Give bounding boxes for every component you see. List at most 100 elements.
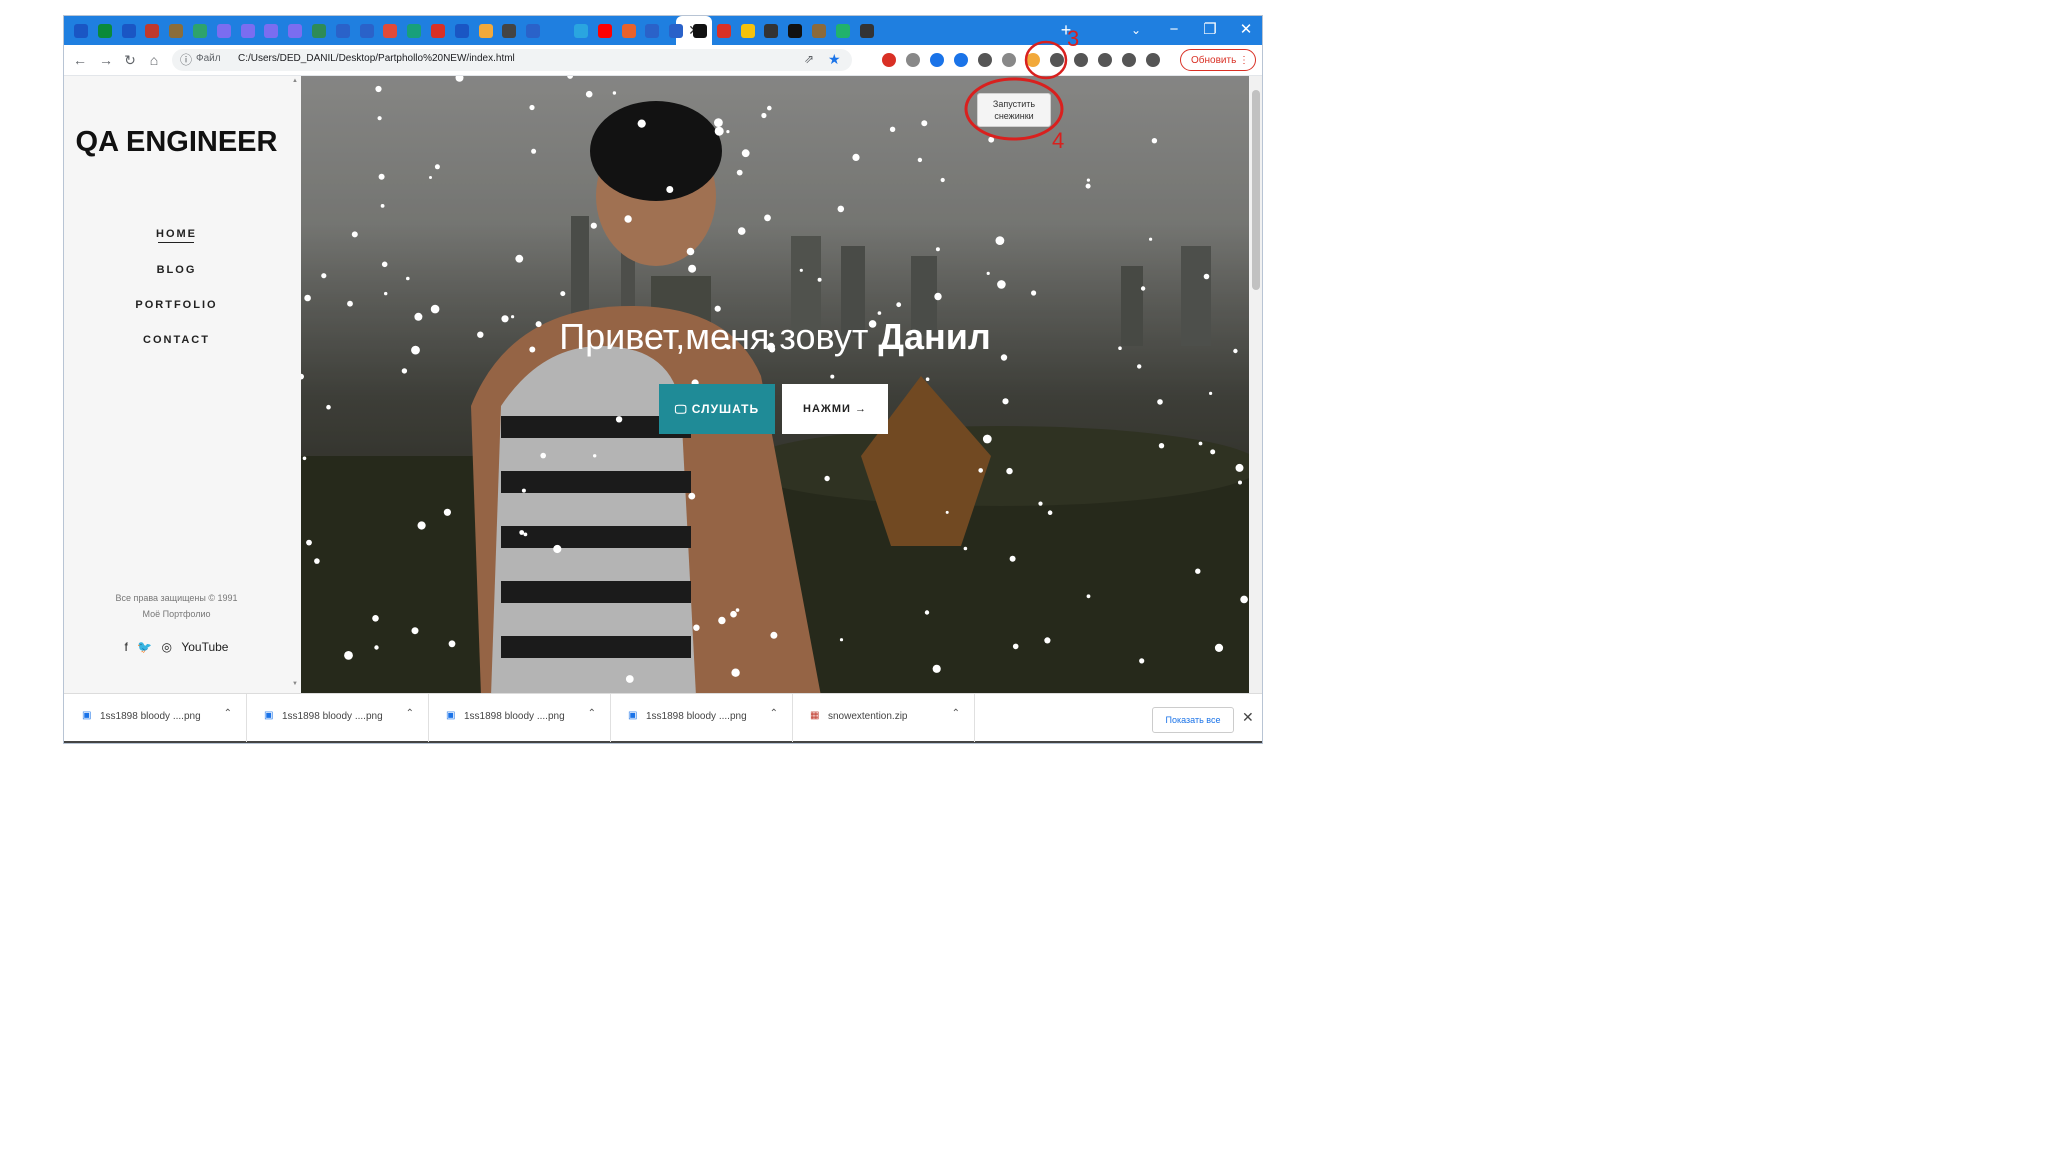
instagram-icon[interactable]: ◎ (162, 640, 172, 654)
tooltip-line-1: Запустить (992, 99, 1036, 109)
chevron-up-icon[interactable]: ⌃ (588, 708, 596, 719)
snowflake (1203, 273, 1210, 280)
scroll-up-icon[interactable]: ▲ (292, 78, 298, 84)
update-button[interactable]: Обновить ⋮ (1180, 49, 1256, 71)
download-item[interactable]: ▣ 1ss1898 bloody ....png ⌃ (246, 694, 429, 742)
extension-icon[interactable] (1146, 53, 1160, 67)
tab-favicon[interactable] (312, 24, 326, 38)
extension-icon[interactable] (1098, 53, 1112, 67)
tab-favicon[interactable] (335, 24, 350, 38)
extension-icon[interactable] (1026, 53, 1040, 67)
tab-favicon[interactable] (574, 24, 588, 38)
snowflake (531, 148, 537, 154)
show-all-downloads-button[interactable]: Показать все (1152, 707, 1234, 733)
tab-favicon[interactable] (859, 24, 874, 38)
chevron-up-icon[interactable]: ⌃ (224, 708, 232, 719)
snowflake (714, 118, 723, 127)
file-icon: ▣ (82, 710, 92, 721)
home-button[interactable]: ⌂ (144, 50, 164, 70)
nav-portfolio[interactable]: PORTFOLIO (64, 299, 289, 311)
address-bar[interactable]: ⓘ Файл C:/Users/DED_DANIL/Desktop/Partph… (172, 49, 852, 71)
extension-icon[interactable] (1002, 53, 1016, 67)
snowflake (731, 668, 740, 677)
tab-favicon[interactable] (478, 24, 493, 38)
close-downloads-icon[interactable]: ✕ (1242, 709, 1254, 726)
restore-button[interactable]: ❐ (1192, 16, 1228, 45)
youtube-icon[interactable]: YouTube (181, 640, 228, 654)
tab-favicon[interactable] (145, 24, 160, 38)
tab-favicon[interactable] (359, 24, 374, 38)
tab-favicon[interactable] (216, 24, 231, 38)
reload-button[interactable]: ↻ (120, 50, 140, 70)
tab-favicon[interactable] (740, 24, 755, 38)
tab-favicon[interactable] (597, 24, 612, 38)
listen-button[interactable]: 🖵 СЛУШАТЬ (659, 384, 775, 434)
tab-favicon[interactable] (454, 24, 469, 38)
scroll-down-icon[interactable]: ▼ (292, 681, 298, 687)
snowflake (1086, 178, 1090, 182)
press-button[interactable]: НАЖМИ → (782, 384, 888, 434)
tab-favicon[interactable] (526, 24, 541, 38)
tab-favicon[interactable] (431, 24, 445, 38)
forward-button[interactable]: → (96, 50, 116, 70)
tab-favicon[interactable] (264, 24, 279, 38)
extension-icon[interactable] (1050, 53, 1064, 67)
extension-icon[interactable] (906, 53, 920, 67)
download-item[interactable]: ▦ snowextention.zip ⌃ (792, 694, 975, 742)
download-item[interactable]: ▣ 1ss1898 bloody ....png ⌃ (428, 694, 611, 742)
tab-favicon[interactable] (835, 24, 850, 38)
chevron-up-icon[interactable]: ⌃ (770, 708, 778, 719)
extension-icon[interactable] (1122, 53, 1136, 67)
tab-favicon[interactable] (193, 24, 207, 38)
facebook-icon[interactable]: f (125, 640, 128, 654)
tab-favicon[interactable] (645, 24, 660, 38)
snowflake (982, 434, 992, 444)
close-window-button[interactable]: ✕ (1228, 16, 1262, 45)
tab-favicon[interactable] (240, 24, 255, 38)
tab-favicon[interactable] (764, 24, 779, 38)
tab-favicon[interactable] (812, 24, 826, 38)
extension-icon[interactable] (954, 53, 968, 67)
tab-favicon[interactable] (74, 24, 88, 38)
tab-favicon[interactable] (383, 24, 398, 38)
nav-home[interactable]: HOME (64, 228, 289, 240)
extension-icon[interactable] (978, 53, 992, 67)
info-icon[interactable]: ⓘ (180, 52, 194, 68)
extension-icon[interactable] (930, 53, 944, 67)
tab-favicon[interactable] (716, 24, 731, 38)
download-item[interactable]: ▣ 1ss1898 bloody ....png ⌃ (64, 694, 247, 742)
tab-favicon[interactable] (169, 24, 184, 38)
extension-icon[interactable] (882, 53, 896, 67)
tab-favicon[interactable] (502, 24, 517, 38)
share-icon[interactable]: ⇗ (804, 52, 814, 66)
snowflake (761, 112, 767, 119)
url-text[interactable]: C:/Users/DED_DANIL/Desktop/Partphollo%20… (238, 53, 515, 64)
chevron-up-icon[interactable]: ⌃ (406, 708, 414, 719)
tab-favicon[interactable] (693, 24, 707, 38)
page-scrollbar-thumb[interactable] (1252, 90, 1260, 290)
tab-favicon[interactable] (121, 24, 136, 38)
minimize-button[interactable]: − (1156, 16, 1192, 45)
snowflake (730, 610, 737, 618)
nav-contact[interactable]: CONTACT (64, 334, 289, 346)
bookmark-star-icon[interactable]: ★ (828, 51, 841, 68)
sidebar-scrollbar[interactable] (289, 76, 301, 693)
tab-favicon[interactable] (97, 24, 112, 38)
snowflake (314, 558, 320, 564)
tab-favicon[interactable] (621, 24, 636, 38)
tab-favicon[interactable] (788, 24, 803, 38)
extension-icon[interactable] (1074, 53, 1088, 67)
nav-blog[interactable]: BLOG (64, 264, 289, 276)
snowflake (830, 374, 835, 379)
snowflake (1047, 510, 1053, 515)
chevron-up-icon[interactable]: ⌃ (952, 708, 960, 719)
snowflake (737, 227, 746, 235)
tab-favicon[interactable] (407, 24, 422, 38)
tab-search-button[interactable]: ⌄ (1126, 16, 1146, 45)
snowflake (925, 377, 930, 382)
twitter-icon[interactable]: 🐦 (137, 640, 152, 654)
tab-favicon[interactable] (669, 24, 684, 38)
download-item[interactable]: ▣ 1ss1898 bloody ....png ⌃ (610, 694, 793, 742)
back-button[interactable]: ← (70, 50, 90, 70)
tab-favicon[interactable] (288, 24, 303, 38)
